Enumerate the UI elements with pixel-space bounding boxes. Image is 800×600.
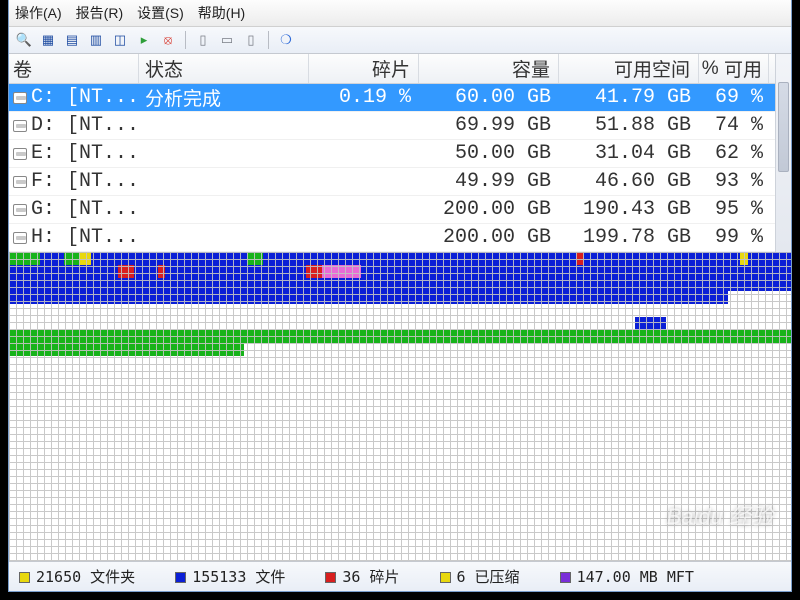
col-capacity[interactable]: 容量 bbox=[419, 54, 559, 83]
col-volume[interactable]: 卷 bbox=[9, 54, 139, 83]
toolbar-separator bbox=[185, 31, 186, 49]
table-row[interactable]: E: [NT...50.00 GB31.04 GB62 % bbox=[9, 140, 791, 168]
search-icon[interactable]: 🔍 bbox=[15, 31, 33, 49]
drive-icon bbox=[13, 120, 27, 132]
menu-settings[interactable]: 设置(S) bbox=[137, 3, 184, 23]
table-row[interactable]: C: [NT...分析完成0.19 %60.00 GB41.79 GB69 % bbox=[9, 84, 791, 112]
legend-frag-swatch bbox=[325, 572, 336, 583]
toolbar: 🔍 ▦ ▤ ▥ ◫ ▸ ⦻ ▯ ▭ ▯ ❍ bbox=[9, 27, 791, 54]
play-icon[interactable]: ▸ bbox=[135, 31, 153, 49]
toolbar-separator bbox=[268, 31, 269, 49]
scrollbar[interactable] bbox=[775, 54, 791, 252]
col-frag[interactable]: 碎片 bbox=[309, 54, 419, 83]
stop-icon[interactable]: ⦻ bbox=[159, 31, 177, 49]
drive-icon bbox=[13, 176, 27, 188]
menubar: 操作(A) 报告(R) 设置(S) 帮助(H) bbox=[9, 0, 791, 27]
table-row[interactable]: D: [NT...69.99 GB51.88 GB74 % bbox=[9, 112, 791, 140]
table-row[interactable]: F: [NT...49.99 GB46.60 GB93 % bbox=[9, 168, 791, 196]
legend-folders: 21650 文件夹 bbox=[19, 566, 135, 587]
legend-comp: 6 已压缩 bbox=[440, 566, 520, 587]
col-free[interactable]: 可用空间 bbox=[559, 54, 699, 83]
col-state[interactable]: 状态 bbox=[139, 54, 309, 83]
menu-help[interactable]: 帮助(H) bbox=[198, 3, 245, 23]
help-icon[interactable]: ❍ bbox=[277, 31, 295, 49]
legend-mft: 147.00 MB MFT bbox=[560, 568, 694, 586]
device-icon[interactable]: ▯ bbox=[242, 31, 260, 49]
console-icon[interactable]: ▭ bbox=[218, 31, 236, 49]
legend-mft-swatch bbox=[560, 572, 571, 583]
cluster-map[interactable]: Baidu 经验 bbox=[9, 252, 791, 561]
menu-report[interactable]: 报告(R) bbox=[76, 3, 123, 23]
view3-icon[interactable]: ▥ bbox=[87, 31, 105, 49]
grid-header: 卷 状态 碎片 容量 可用空间 % 可用 bbox=[9, 54, 791, 84]
drive-icon bbox=[13, 232, 27, 244]
view4-icon[interactable]: ◫ bbox=[111, 31, 129, 49]
drive-icon bbox=[13, 148, 27, 160]
menu-action[interactable]: 操作(A) bbox=[15, 3, 62, 23]
doc-icon[interactable]: ▯ bbox=[194, 31, 212, 49]
table-row[interactable]: G: [NT...200.00 GB190.43 GB95 % bbox=[9, 196, 791, 224]
legend-comp-swatch bbox=[440, 572, 451, 583]
statusbar: 21650 文件夹 155133 文件 36 碎片 6 已压缩 147.00 M… bbox=[9, 561, 791, 591]
view1-icon[interactable]: ▦ bbox=[39, 31, 57, 49]
drive-icon bbox=[13, 204, 27, 216]
drive-icon bbox=[13, 92, 27, 104]
view2-icon[interactable]: ▤ bbox=[63, 31, 81, 49]
legend-files-swatch bbox=[175, 572, 186, 583]
legend-folders-swatch bbox=[19, 572, 30, 583]
app-window: 操作(A) 报告(R) 设置(S) 帮助(H) 🔍 ▦ ▤ ▥ ◫ ▸ ⦻ ▯ … bbox=[8, 0, 792, 592]
legend-frag: 36 碎片 bbox=[325, 566, 399, 587]
table-row[interactable]: H: [NT...200.00 GB199.78 GB99 % bbox=[9, 224, 791, 252]
legend-files: 155133 文件 bbox=[175, 566, 285, 587]
scrollbar-thumb[interactable] bbox=[778, 82, 789, 172]
volume-grid: 卷 状态 碎片 容量 可用空间 % 可用 C: [NT...分析完成0.19 %… bbox=[9, 54, 791, 252]
col-pct-label: 可用 bbox=[724, 55, 762, 82]
col-pct[interactable]: % 可用 bbox=[699, 54, 769, 83]
col-pct-symbol: % bbox=[702, 58, 719, 80]
